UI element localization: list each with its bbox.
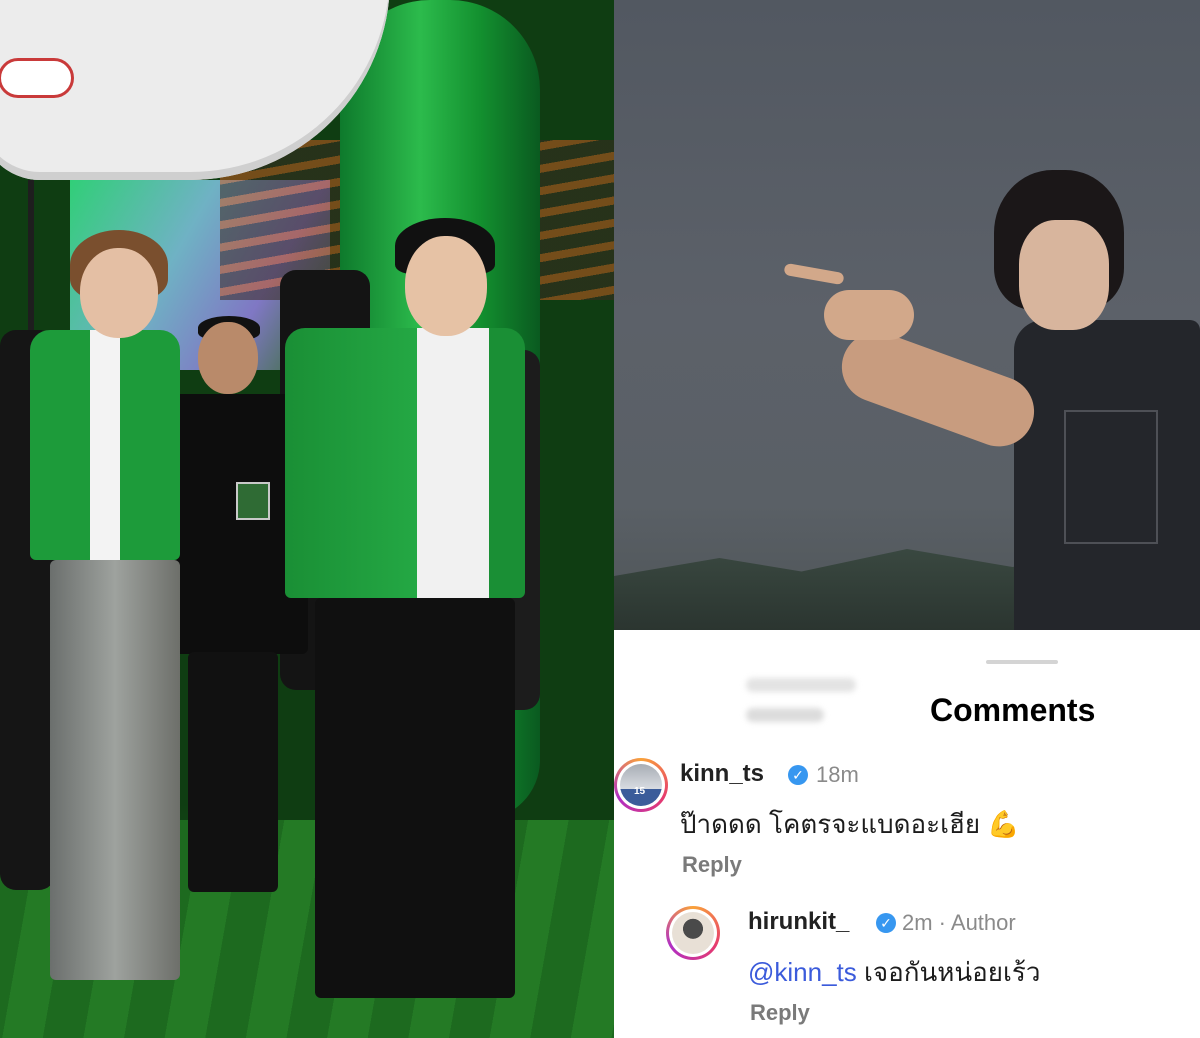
verified-check-icon: ✓ [788, 765, 808, 785]
verified-check-icon: ✓ [876, 913, 896, 933]
comment-time: 18m [816, 762, 859, 787]
staff-badge [236, 482, 270, 520]
blurred-reply-link [746, 708, 824, 722]
comment-text: ป๊าดดด โคตรจะแบดอะเฮีย 💪 [680, 804, 1020, 845]
comment-username[interactable]: kinn_ts [680, 760, 764, 788]
avatar-photo-jersey-15[interactable] [614, 758, 668, 812]
reply-button[interactable]: Reply [750, 1000, 810, 1026]
comment-body: เจอกันหน่อยเร้ว [864, 957, 1041, 987]
comment-body: ป๊าดดด โคตรจะแบดอะเฮีย [680, 809, 981, 839]
comment-time-author: 2m · Author [902, 910, 1016, 935]
comment-username[interactable]: hirunkit_ [748, 908, 849, 936]
umbrella-logo [0, 58, 74, 98]
umbrella-pole [28, 180, 34, 330]
comment-text: @kinn_ts เจอกันหน่อยเร้ว [748, 952, 1040, 993]
event-photo [0, 0, 614, 1038]
comments-title: Comments [930, 692, 1096, 728]
pointing-person [764, 150, 1200, 630]
avatar-photo-cartoon[interactable] [666, 906, 720, 960]
post-photo [614, 0, 1200, 630]
flexed-biceps-icon: 💪 [987, 809, 1020, 839]
comments-sheet: Comments kinn_ts ✓ 18m ป๊าดดด โคตรจะแบดอ… [614, 630, 1200, 1038]
reply-comment-item: hirunkit_ ✓ 2m · Author @kinn_ts เจอกันห… [666, 906, 1196, 1036]
shirt-print [1064, 410, 1158, 544]
mention-link[interactable]: @kinn_ts [748, 957, 857, 987]
comment-item: kinn_ts ✓ 18m ป๊าดดด โคตรจะแบดอะเฮีย 💪 R… [614, 758, 1198, 888]
reply-button[interactable]: Reply [682, 852, 742, 878]
sheet-grabber[interactable] [986, 660, 1058, 664]
blurred-comment-user [746, 678, 856, 692]
